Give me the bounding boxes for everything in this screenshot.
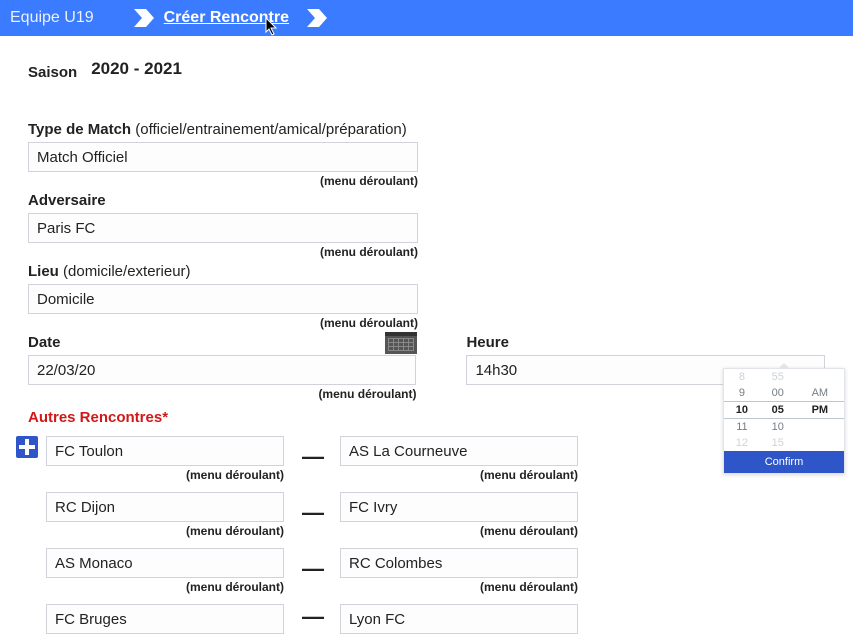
dropdown-note: (menu déroulant) — [28, 387, 416, 401]
away-team-select[interactable]: RC Colombes — [340, 548, 578, 578]
date-label: Date — [28, 334, 416, 351]
time-label: Heure — [466, 334, 825, 351]
home-team-select[interactable]: AS Monaco — [46, 548, 284, 578]
venue-label: Lieu (domicile/exterieur) — [28, 263, 418, 280]
breadcrumb-item-team[interactable]: Equipe U19 — [10, 9, 154, 27]
chevron-right-icon — [307, 9, 327, 27]
season-value: 2020 - 2021 — [91, 59, 182, 79]
breadcrumb-label: Equipe U19 — [10, 9, 94, 27]
dash-separator: — — [302, 604, 322, 630]
dropdown-note: (menu déroulant) — [340, 580, 578, 594]
date-input[interactable]: 22/03/20 — [28, 355, 416, 385]
dropdown-note: (menu déroulant) — [340, 524, 578, 538]
dropdown-note: (menu déroulant) — [46, 580, 284, 594]
time-row[interactable]: 855 — [724, 369, 844, 385]
time-row[interactable]: 1215 — [724, 435, 844, 451]
dash-separator: — — [302, 500, 322, 526]
away-team-select[interactable]: FC Ivry — [340, 492, 578, 522]
match-row: FC Bruges — Lyon FC — [46, 600, 825, 634]
dropdown-note: (menu déroulant) — [46, 524, 284, 538]
plus-icon[interactable] — [16, 436, 38, 458]
popover-arrow-icon — [778, 363, 790, 369]
dropdown-note: (menu déroulant) — [28, 316, 418, 330]
dropdown-note: (menu déroulant) — [340, 468, 578, 482]
venue-select[interactable]: Domicile — [28, 284, 418, 314]
dropdown-note: (menu déroulant) — [28, 245, 418, 259]
breadcrumb-item-create-match[interactable]: Créer Rencontre — [164, 9, 327, 27]
time-picker[interactable]: 855 900AM 1005PM 1110 1215 Confirm — [723, 368, 845, 474]
time-row[interactable]: 900AM — [724, 385, 844, 402]
dropdown-note: (menu déroulant) — [46, 468, 284, 482]
time-row[interactable]: 1110 — [724, 419, 844, 436]
match-row: AS Monaco (menu déroulant) — RC Colombes… — [46, 544, 825, 594]
away-team-select[interactable]: AS La Courneuve — [340, 436, 578, 466]
opponent-select[interactable]: Paris FC — [28, 213, 418, 243]
home-team-select[interactable]: FC Bruges — [46, 604, 284, 634]
match-row: RC Dijon (menu déroulant) — FC Ivry (men… — [46, 488, 825, 538]
breadcrumb: Equipe U19 Créer Rencontre — [0, 0, 853, 36]
dropdown-note: (menu déroulant) — [28, 174, 418, 188]
home-team-select[interactable]: FC Toulon — [46, 436, 284, 466]
match-type-label: Type de Match (officiel/entrainement/ami… — [28, 121, 418, 138]
match-type-select[interactable]: Match Officiel — [28, 142, 418, 172]
time-picker-wheel[interactable]: 855 900AM 1005PM 1110 1215 — [724, 369, 844, 451]
opponent-label: Adversaire — [28, 192, 418, 209]
away-team-select[interactable]: Lyon FC — [340, 604, 578, 634]
calendar-icon[interactable] — [385, 332, 417, 354]
chevron-right-icon — [134, 9, 154, 27]
match-row: FC Toulon (menu déroulant) — AS La Courn… — [46, 432, 825, 482]
dash-separator: — — [302, 444, 322, 470]
confirm-button[interactable]: Confirm — [724, 451, 844, 473]
home-team-select[interactable]: RC Dijon — [46, 492, 284, 522]
season-label: Saison — [28, 64, 77, 81]
other-matches-title: Autres Rencontres* — [28, 409, 825, 426]
season-row: Saison 2020 - 2021 — [28, 56, 825, 81]
time-row-selected[interactable]: 1005PM — [724, 402, 844, 419]
cursor-icon — [265, 18, 279, 36]
